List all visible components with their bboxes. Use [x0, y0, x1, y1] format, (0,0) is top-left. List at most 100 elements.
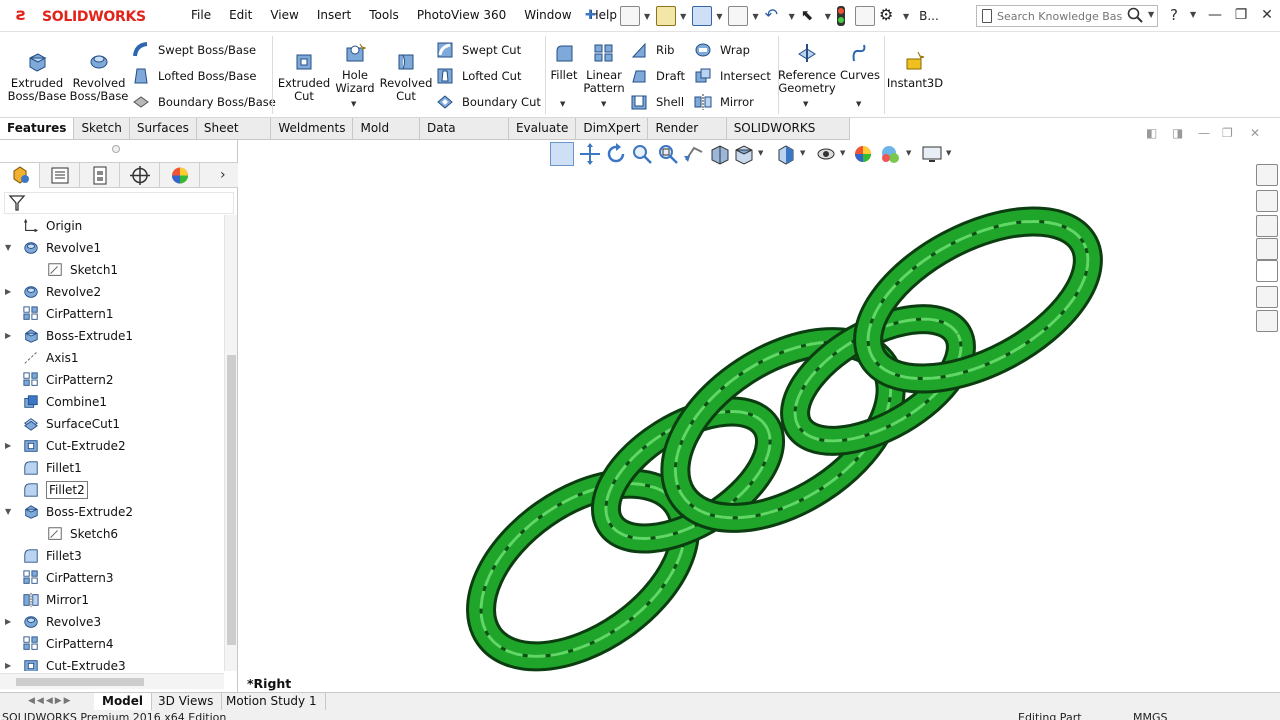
options-dropdown-icon[interactable]: ▼	[903, 12, 909, 21]
mirror-button[interactable]: Mirror	[694, 92, 754, 112]
fillet-dropdown-icon[interactable]: ▼	[560, 100, 565, 108]
tab-mold-tools[interactable]: Mold Tools	[353, 118, 420, 156]
tree-item[interactable]: Axis1	[0, 347, 224, 369]
tree-item[interactable]: Fillet2	[0, 479, 224, 501]
displaymanager-tab[interactable]	[160, 163, 200, 188]
rib-button[interactable]: Rib	[630, 40, 675, 60]
search-icon[interactable]	[1127, 7, 1143, 23]
pin-menu-icon[interactable]: ✚	[585, 8, 596, 23]
tab-evaluate[interactable]: Evaluate	[508, 118, 577, 139]
fillet-button[interactable]: Fillet	[546, 42, 582, 82]
minimize-window-icon[interactable]: —	[1204, 4, 1226, 26]
tab-3d-views[interactable]: 3D Views	[150, 693, 223, 710]
tile-right-icon[interactable]: ◨	[1172, 126, 1183, 140]
hole-wizard-dropdown-icon[interactable]: ▼	[351, 100, 356, 108]
tab-surfaces[interactable]: Surfaces	[129, 118, 197, 139]
tree-item[interactable]: Combine1	[0, 391, 224, 413]
menu-photoview360[interactable]: PhotoView 360	[408, 8, 515, 22]
new-dropdown-icon[interactable]: ▼	[644, 12, 650, 21]
menu-insert[interactable]: Insert	[308, 8, 360, 22]
tile-left-icon[interactable]: ◧	[1146, 126, 1157, 140]
save-icon[interactable]	[692, 6, 713, 26]
swept-cut-button[interactable]: Swept Cut	[436, 40, 521, 60]
swept-boss-button[interactable]: Swept Boss/Base	[132, 40, 256, 60]
design-library-icon[interactable]	[1256, 190, 1278, 212]
appearances-scenes-icon[interactable]	[1256, 260, 1278, 282]
menu-window[interactable]: Window	[515, 8, 580, 22]
tree-item[interactable]: ▶ Revolve3	[0, 611, 224, 633]
rotate-view-icon[interactable]	[550, 142, 574, 166]
view-settings-dropdown-icon[interactable]: ▼	[946, 149, 951, 157]
file-properties-icon[interactable]	[854, 6, 875, 26]
wrap-button[interactable]: Wrap	[694, 40, 750, 60]
tree-item[interactable]: CirPattern1	[0, 303, 224, 325]
undo-dropdown-icon[interactable]: ▼	[789, 12, 795, 21]
configurationmanager-tab[interactable]	[80, 163, 120, 188]
tree-item[interactable]: CirPattern3	[0, 567, 224, 589]
shell-button[interactable]: Shell	[630, 92, 684, 112]
revolved-cut-button[interactable]: Revolved Cut	[378, 50, 434, 103]
pan-icon[interactable]	[578, 142, 602, 166]
tab-sketch[interactable]: Sketch	[74, 118, 130, 139]
menu-view[interactable]: View	[261, 8, 307, 22]
tree-item[interactable]: SurfaceCut1	[0, 413, 224, 435]
tab-features[interactable]: Features	[0, 118, 75, 139]
apply-scene-dropdown-icon[interactable]: ▼	[906, 149, 911, 157]
hole-wizard-button[interactable]: Hole Wizard	[332, 42, 378, 95]
twisted-chain-model[interactable]	[238, 140, 1251, 692]
section-view-icon[interactable]	[708, 142, 732, 166]
view-orientation-icon[interactable]	[732, 142, 756, 166]
lofted-boss-button[interactable]: Lofted Boss/Base	[132, 66, 256, 86]
tree-item[interactable]: Fillet3	[0, 545, 224, 567]
menu-edit[interactable]: Edit	[220, 8, 261, 22]
menu-file[interactable]: File	[182, 8, 220, 22]
help-icon[interactable]: ?	[1170, 6, 1178, 24]
instant3d-button[interactable]: Instant3D	[886, 50, 944, 90]
tree-item[interactable]: ▶ Revolve2	[0, 281, 224, 303]
view-settings-icon[interactable]	[920, 142, 944, 166]
tree-item[interactable]: ▶ Boss-Extrude1	[0, 325, 224, 347]
tree-item[interactable]: ▼ Boss-Extrude2	[0, 501, 224, 523]
rebuild-icon[interactable]	[836, 6, 845, 26]
linear-pattern-button[interactable]: Linear Pattern	[582, 42, 626, 95]
tree-item[interactable]: Origin	[0, 215, 224, 237]
apply-scene-icon[interactable]	[878, 142, 902, 166]
boundary-cut-button[interactable]: Boundary Cut	[436, 92, 541, 112]
search-dropdown-icon[interactable]: ▼	[1148, 10, 1154, 19]
tab-dimxpert[interactable]: DimXpert	[576, 118, 649, 139]
curves-button[interactable]: Curves	[838, 42, 882, 82]
document-restore-icon[interactable]: ❐	[1222, 126, 1233, 140]
hide-show-dropdown-icon[interactable]: ▼	[840, 149, 845, 157]
tab-data-migration[interactable]: Data Migration	[419, 118, 509, 156]
tree-item[interactable]: Sketch1	[0, 259, 224, 281]
panel-resize-grip-icon[interactable]	[112, 145, 120, 153]
expand-toggle-icon[interactable]: ▶	[5, 281, 15, 303]
tab-motion-study-1[interactable]: Motion Study 1	[218, 693, 326, 710]
help-dropdown-icon[interactable]: ▼	[1190, 10, 1196, 19]
toolbar-overflow[interactable]: B...	[919, 9, 939, 23]
search-input[interactable]	[997, 8, 1123, 24]
save-dropdown-icon[interactable]: ▼	[716, 12, 722, 21]
revolved-boss-button[interactable]: Revolved Boss/Base	[68, 50, 130, 103]
tree-item[interactable]: Mirror1	[0, 589, 224, 611]
solidworks-forum-icon[interactable]	[1256, 310, 1278, 332]
linear-pattern-dropdown-icon[interactable]: ▼	[601, 100, 606, 108]
new-document-icon[interactable]	[620, 6, 640, 26]
tree-item[interactable]: ▼ Revolve1	[0, 237, 224, 259]
solidworks-resources-icon[interactable]	[1256, 164, 1278, 186]
reference-geometry-dropdown-icon[interactable]: ▼	[803, 100, 808, 108]
zoom-area-icon[interactable]	[656, 142, 680, 166]
open-dropdown-icon[interactable]: ▼	[680, 12, 686, 21]
search-scope-icon[interactable]	[982, 9, 992, 23]
tab-model[interactable]: Model	[94, 693, 153, 710]
draft-button[interactable]: Draft	[630, 66, 685, 86]
display-style-dropdown-icon[interactable]: ▼	[800, 149, 805, 157]
tree-item[interactable]: Sketch6	[0, 523, 224, 545]
print-icon[interactable]	[728, 6, 749, 26]
tab-render-tools[interactable]: Render Tools	[648, 118, 727, 156]
view-palette-icon[interactable]	[1256, 238, 1278, 260]
boundary-boss-button[interactable]: Boundary Boss/Base	[132, 92, 276, 112]
expand-toggle-icon[interactable]: ▼	[5, 237, 15, 259]
tree-item[interactable]: Fillet1	[0, 457, 224, 479]
custom-properties-icon[interactable]	[1256, 286, 1278, 308]
